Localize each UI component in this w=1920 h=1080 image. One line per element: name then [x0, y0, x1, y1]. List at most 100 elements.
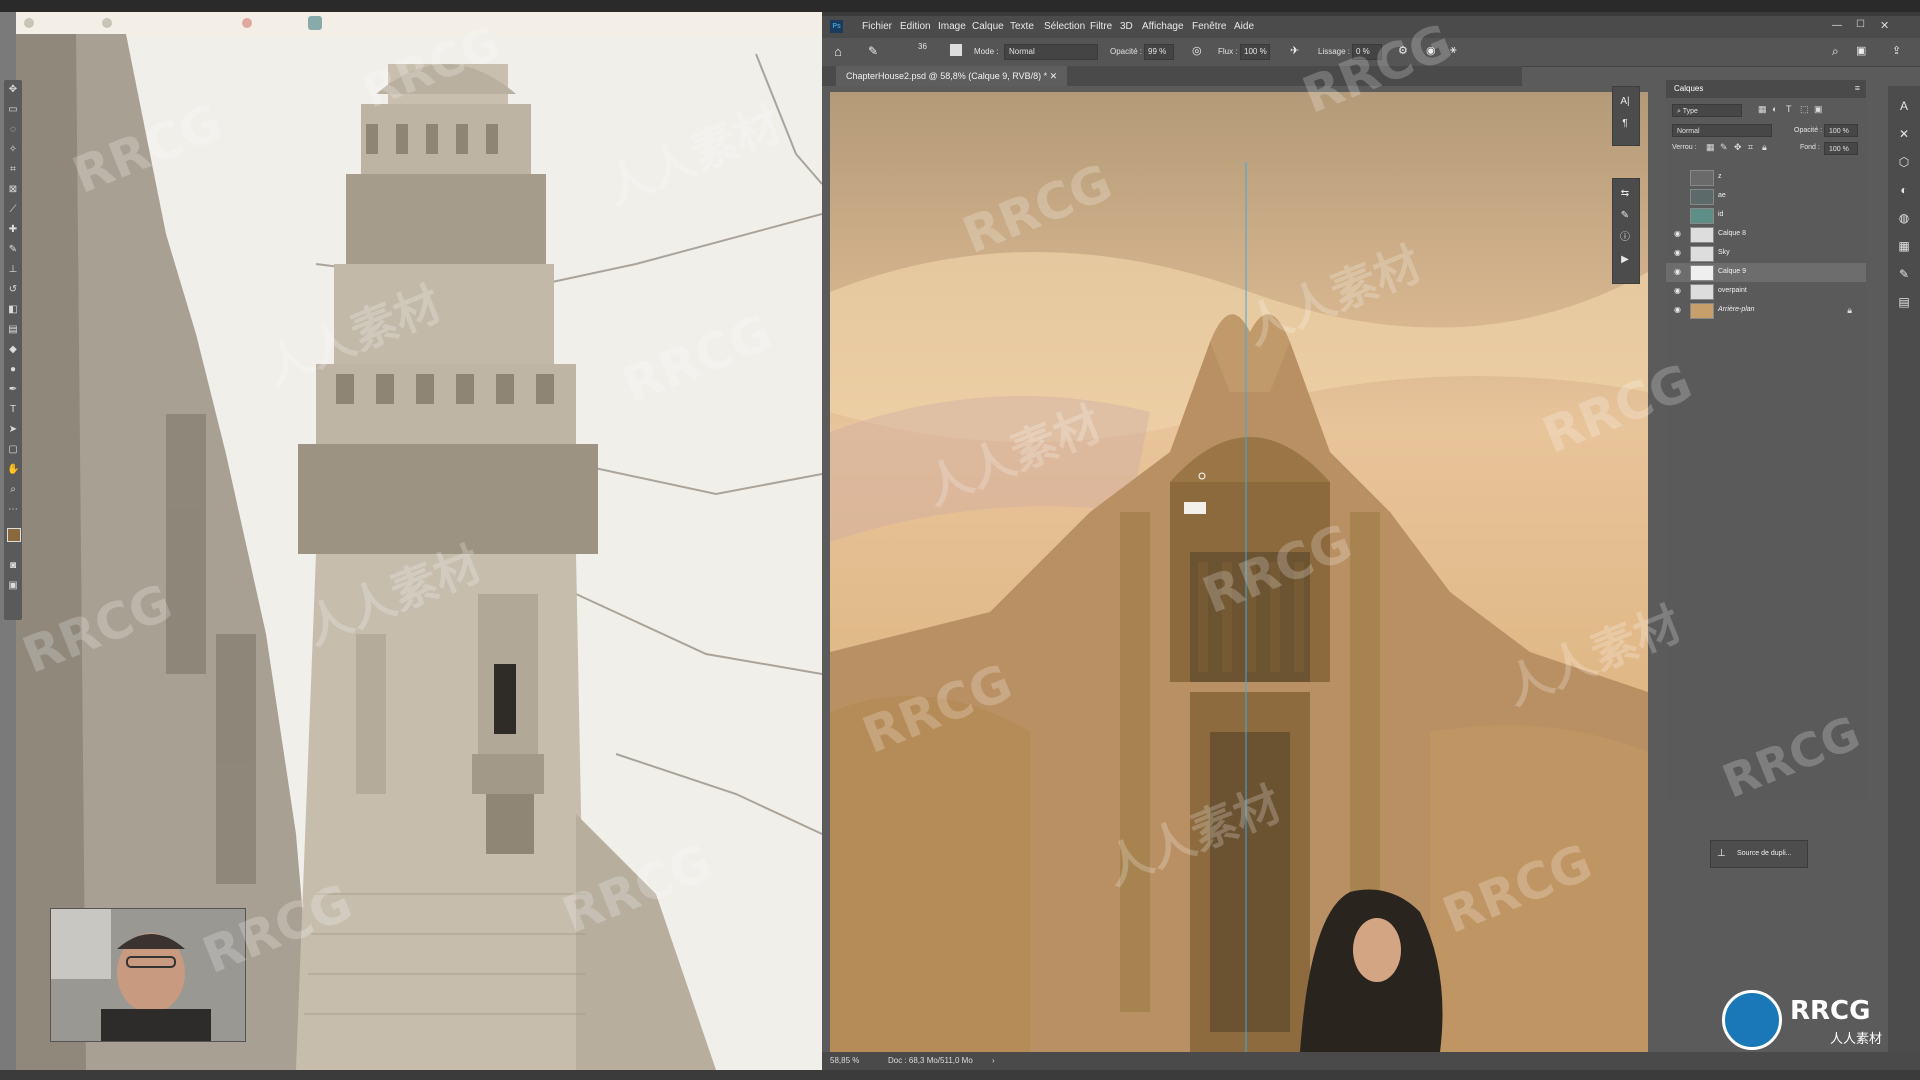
wand-tool-icon[interactable]: ✧ [7, 144, 19, 156]
symmetry-icon[interactable]: ⚹ [1450, 44, 1457, 57]
filter-shape-icon[interactable]: ⬚ [1800, 104, 1809, 115]
brush-panel-icon[interactable] [950, 44, 962, 56]
marquee-tool-icon[interactable]: ▭ [7, 104, 19, 116]
close-icon[interactable]: ✕ [1880, 19, 1889, 32]
mode-select[interactable]: Normal [1004, 44, 1098, 60]
menu-image[interactable]: Image [938, 21, 966, 32]
smoothing-field[interactable]: 0 % [1352, 44, 1382, 60]
brush-preset-icon[interactable]: ✎ [868, 44, 878, 58]
filter-type-icon[interactable]: T [1786, 104, 1792, 114]
document-canvas[interactable] [830, 92, 1648, 1052]
opacity-field[interactable]: 99 % [1144, 44, 1174, 60]
browser-icon[interactable] [242, 18, 252, 28]
layer-name[interactable]: z [1718, 173, 1722, 180]
blur-tool-icon[interactable]: ◆ [7, 344, 19, 356]
type-tool-icon[interactable]: T [7, 404, 19, 416]
clone-source-panel[interactable]: ⊥ Source de dupli... [1710, 840, 1808, 868]
dodge-tool-icon[interactable]: ● [7, 364, 19, 376]
color-icon[interactable]: ◍ [1896, 210, 1912, 226]
filter-smart-icon[interactable]: ▣ [1814, 104, 1823, 115]
paragraph-icon[interactable]: ¶ [1618, 117, 1632, 131]
layer-row[interactable]: z [1666, 168, 1866, 187]
menu-fichier[interactable]: Fichier [862, 21, 892, 32]
eye-icon[interactable]: ◉ [1674, 268, 1682, 276]
pressure-size-icon[interactable]: ◉ [1426, 44, 1436, 57]
eye-icon[interactable]: ◉ [1674, 249, 1682, 257]
flow-field[interactable]: 100 % [1240, 44, 1270, 60]
panel-menu-icon[interactable]: ≡ [1855, 83, 1860, 93]
menu-affichage[interactable]: Affichage [1142, 21, 1184, 32]
layer-name[interactable]: id [1718, 211, 1723, 218]
maximize-icon[interactable]: ☐ [1856, 19, 1865, 30]
lock-paint-icon[interactable]: ✎ [1720, 142, 1728, 153]
libraries-icon[interactable]: ▤ [1896, 294, 1912, 310]
eye-icon[interactable]: ◉ [1674, 287, 1682, 295]
eye-icon[interactable]: ◉ [1674, 306, 1682, 314]
crop-tool-icon[interactable]: ⌗ [7, 164, 19, 176]
app-icon[interactable] [308, 16, 322, 30]
pen-tool-icon[interactable]: ✒ [7, 384, 19, 396]
eyedropper-tool-icon[interactable]: ⟋ [7, 204, 19, 216]
eraser-tool-icon[interactable]: ◧ [7, 304, 19, 316]
frame-tool-icon[interactable]: ⊠ [7, 184, 19, 196]
layer-name[interactable]: Calque 9 [1718, 268, 1746, 275]
3d-icon[interactable]: ⬡ [1896, 154, 1912, 170]
status-arrow-icon[interactable]: › [992, 1056, 995, 1065]
settings-gear-icon[interactable]: ⚙ [1398, 44, 1408, 57]
search-icon[interactable]: ⌕ [1832, 44, 1839, 59]
foreground-color-swatch[interactable] [7, 528, 21, 542]
lock-artboard-icon[interactable]: ⌗ [1748, 142, 1753, 153]
layer-opacity-field[interactable]: 100 % [1824, 124, 1858, 137]
home-icon[interactable]: ⌂ [834, 44, 842, 59]
close-tab-icon[interactable]: ✕ [1050, 71, 1058, 81]
viewer-icon[interactable] [102, 18, 112, 28]
layer-row[interactable]: ◉ Sky [1666, 244, 1866, 263]
workspace-icon[interactable]: ▣ [1856, 44, 1866, 57]
layer-row-selected[interactable]: ◉ Calque 9 [1666, 263, 1866, 282]
menu-3d[interactable]: 3D [1120, 21, 1133, 32]
lasso-tool-icon[interactable]: ◌ [7, 124, 19, 136]
layers-panel-title[interactable]: Calques [1674, 84, 1703, 93]
menu-fenetre[interactable]: Fenêtre [1192, 21, 1226, 32]
menu-aide[interactable]: Aide [1234, 21, 1254, 32]
share-icon[interactable]: ⇪ [1892, 44, 1901, 57]
brushes-icon[interactable]: ✎ [1896, 266, 1912, 282]
layer-row[interactable]: ae [1666, 187, 1866, 206]
zoom-tool-icon[interactable]: ⌕ [7, 484, 19, 496]
menu-texte[interactable]: Texte [1010, 21, 1034, 32]
path-select-icon[interactable]: ➤ [7, 424, 19, 436]
hand-tool-icon[interactable]: ✋ [7, 464, 19, 476]
menu-calque[interactable]: Calque [972, 21, 1004, 32]
menu-filtre[interactable]: Filtre [1090, 21, 1112, 32]
document-tab[interactable]: ChapterHouse2.psd @ 58,8% (Calque 9, RVB… [836, 66, 1068, 86]
character-icon[interactable]: A| [1618, 95, 1632, 109]
layer-name[interactable]: ae [1718, 192, 1726, 199]
layer-name[interactable]: Sky [1718, 249, 1730, 256]
layer-name[interactable]: overpaint [1718, 287, 1747, 294]
lock-pixels-icon[interactable]: ▦ [1706, 142, 1715, 153]
lock-all-icon[interactable]: 🔒︎ [1762, 142, 1767, 153]
layer-name[interactable]: Calque 8 [1718, 230, 1746, 237]
viewer-icon[interactable] [24, 18, 34, 28]
minimize-icon[interactable]: — [1832, 20, 1842, 31]
blend-mode-select[interactable]: Normal [1672, 124, 1772, 137]
filter-adjust-icon[interactable]: ◐ [1772, 104, 1777, 114]
layer-name[interactable]: Arrière-plan [1718, 306, 1755, 313]
adjustments-icon[interactable]: ◐ [1896, 182, 1912, 198]
gradient-tool-icon[interactable]: ▤ [7, 324, 19, 336]
pressure-opacity-icon[interactable]: ◎ [1192, 44, 1202, 57]
brush-tool-icon[interactable]: ✎ [7, 244, 19, 256]
quick-mask-icon[interactable]: ◙ [7, 560, 19, 572]
airbrush-icon[interactable]: ✈ [1290, 44, 1299, 57]
tools-icon[interactable]: ✕ [1896, 126, 1912, 142]
fill-field[interactable]: 100 % [1824, 142, 1858, 155]
filter-pixel-icon[interactable]: ▦ [1758, 104, 1767, 115]
info-icon[interactable]: ⓘ [1618, 231, 1632, 245]
history-brush-icon[interactable]: ↺ [7, 284, 19, 296]
menu-selection[interactable]: Sélection [1044, 21, 1085, 32]
layer-row[interactable]: ◉ overpaint [1666, 282, 1866, 301]
layer-filter-select[interactable]: ⌕ Type [1672, 104, 1742, 117]
move-tool-icon[interactable]: ✥ [7, 84, 19, 96]
menu-edition[interactable]: Edition [900, 21, 931, 32]
eye-icon[interactable]: ◉ [1674, 230, 1682, 238]
